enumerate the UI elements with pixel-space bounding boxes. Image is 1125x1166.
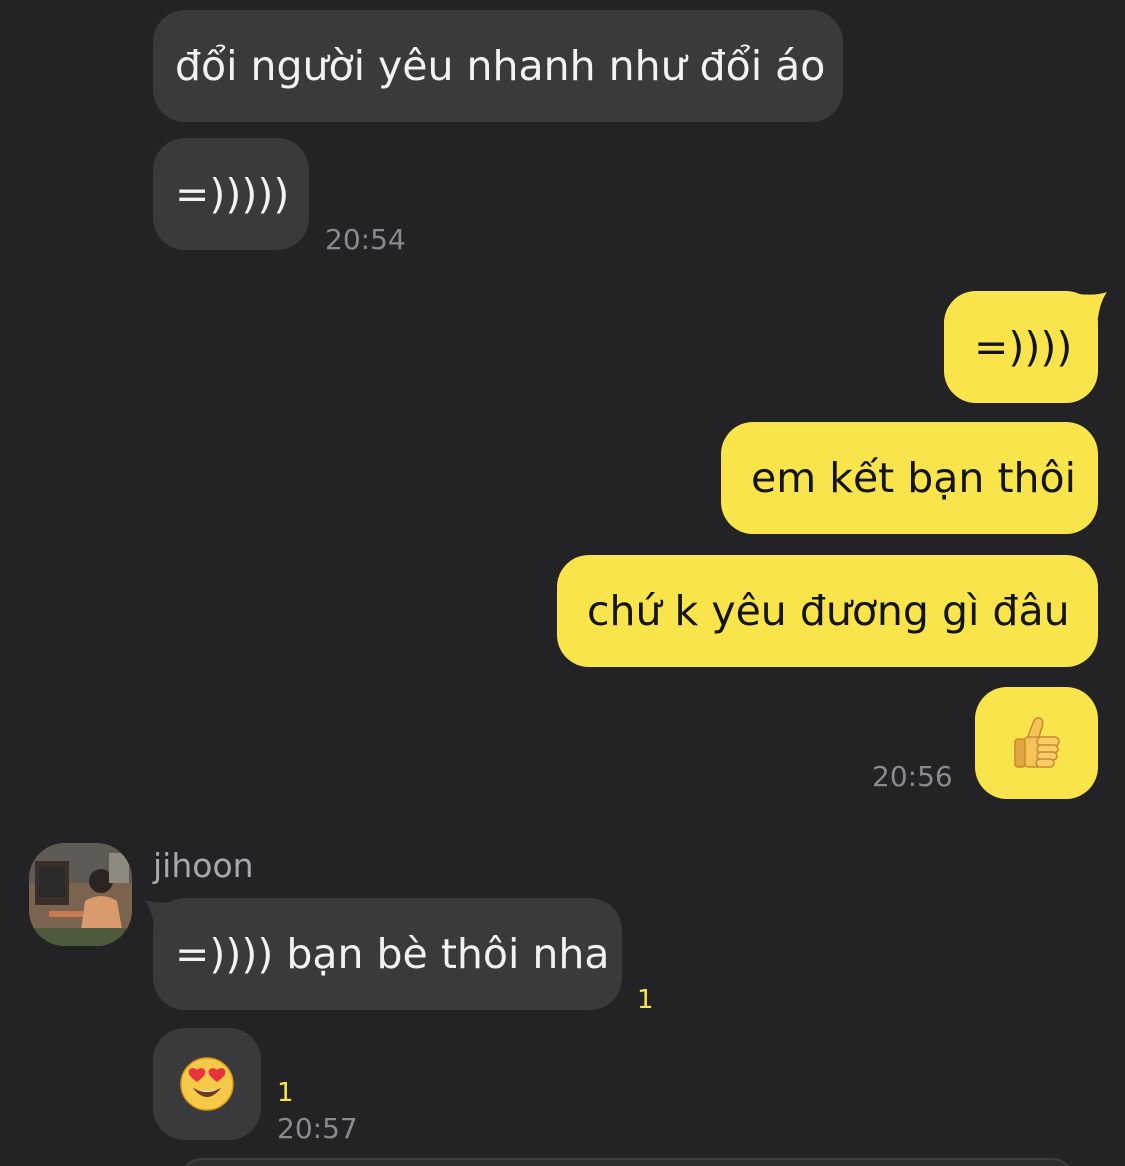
message-timestamp: 20:57 bbox=[277, 1112, 358, 1145]
sender-avatar[interactable] bbox=[29, 843, 132, 946]
outgoing-message-bubble[interactable]: chứ k yêu đương gì đâu bbox=[557, 555, 1098, 667]
avatar-photo bbox=[29, 843, 132, 946]
message-text: em kết bạn thôi bbox=[751, 454, 1076, 502]
message-text: =))))) bbox=[175, 170, 290, 218]
outgoing-message-bubble[interactable]: em kết bạn thôi bbox=[721, 422, 1098, 534]
unread-count: 1 bbox=[277, 1078, 294, 1108]
message-timestamp: 20:56 bbox=[872, 760, 953, 793]
message-input[interactable] bbox=[180, 1158, 1074, 1166]
heart-eyes-icon bbox=[180, 1057, 234, 1111]
outgoing-bubble-tail bbox=[1078, 292, 1107, 318]
message-text: =)))) bạn bè thôi nha bbox=[175, 930, 610, 978]
chat-screen: đổi người yêu nhanh như đổi áo =))))) 20… bbox=[0, 0, 1125, 1166]
sender-name: jihoon bbox=[153, 846, 254, 885]
thumbs-up-icon bbox=[1013, 717, 1060, 768]
incoming-message-bubble[interactable]: đổi người yêu nhanh như đổi áo bbox=[153, 10, 843, 122]
unread-count: 1 bbox=[637, 985, 654, 1015]
message-timestamp: 20:54 bbox=[325, 223, 406, 256]
message-text: đổi người yêu nhanh như đổi áo bbox=[175, 42, 826, 90]
message-text: chứ k yêu đương gì đâu bbox=[587, 587, 1070, 635]
incoming-emoji-bubble[interactable] bbox=[153, 1028, 261, 1140]
incoming-message-bubble[interactable]: =))))) bbox=[153, 138, 309, 250]
message-text: =)))) bbox=[974, 323, 1073, 371]
outgoing-emoji-bubble[interactable] bbox=[975, 687, 1098, 799]
outgoing-message-bubble[interactable]: =)))) bbox=[944, 291, 1098, 403]
incoming-message-bubble[interactable]: =)))) bạn bè thôi nha bbox=[153, 898, 622, 1010]
